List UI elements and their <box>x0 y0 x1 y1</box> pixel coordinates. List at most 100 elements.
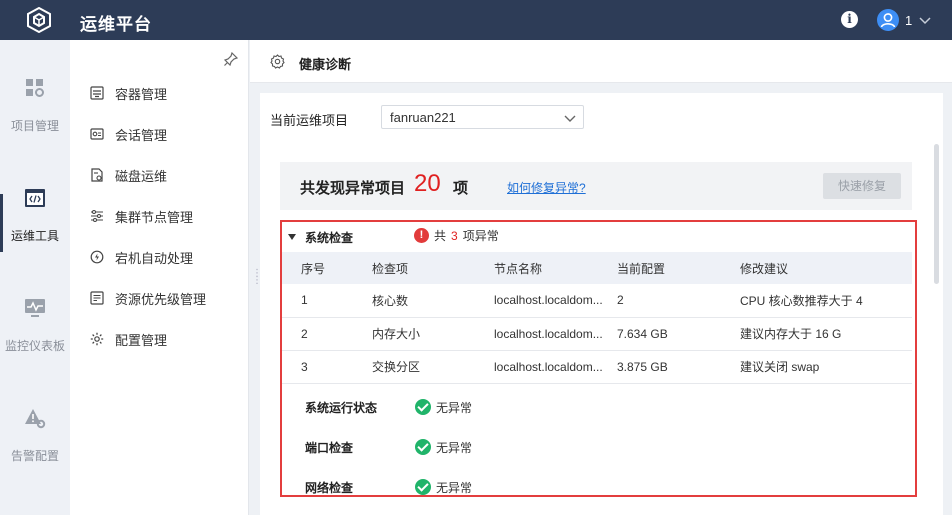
submenu-item-session[interactable]: 会话管理 <box>90 124 167 144</box>
session-icon <box>90 128 104 140</box>
submenu-label: 资源优先级管理 <box>115 291 207 307</box>
status-suffix: 项异常 <box>462 229 499 243</box>
panel-splitter-handle[interactable]: ⋮ ⋮ <box>252 269 262 286</box>
cube-logo-icon <box>27 7 51 33</box>
rail-label-alerts: 告警配置 <box>10 449 59 463</box>
submenu-label: 配置管理 <box>115 332 168 348</box>
diagnosis-panel: 系统检查 ! 共 3 项异常 序号 检查项 节点名称 当前配置 修改建议 1 核… <box>280 220 917 497</box>
check-title: 系统运行状态 <box>305 400 378 415</box>
status-count: 3 <box>451 228 458 243</box>
project-label: 当前运维项目 <box>270 113 349 128</box>
table-header-row: 序号 检查项 节点名称 当前配置 修改建议 <box>282 252 912 284</box>
check-circle-icon <box>415 399 431 415</box>
check-status: 无异常 <box>436 480 473 495</box>
submenu-item-config[interactable]: 配置管理 <box>90 329 167 349</box>
submenu-item-disk[interactable]: 磁盘运维 <box>90 165 167 185</box>
check-status: 无异常 <box>436 440 473 455</box>
submenu-item-cluster[interactable]: 集群节点管理 <box>90 206 193 226</box>
system-check-header[interactable]: 系统检查 <box>288 228 353 246</box>
check-circle-icon <box>415 439 431 455</box>
quick-fix-button[interactable]: 快速修复 <box>823 173 901 199</box>
check-title: 网络检查 <box>305 480 354 495</box>
submenu-label: 宕机自动处理 <box>115 250 194 266</box>
table-cell: localhost.localdom... <box>494 284 617 318</box>
container-icon <box>90 86 104 100</box>
column-header: 节点名称 <box>494 252 617 284</box>
gear-icon <box>270 54 285 69</box>
table-row: 2 内存大小 localhost.localdom... 7.634 GB 建议… <box>282 317 912 351</box>
top-bar: 运维平台 i 1 <box>0 0 952 40</box>
check-status: 无异常 <box>436 400 473 415</box>
rail-item-ops-tools[interactable]: 运维工具 <box>0 187 70 287</box>
anomaly-summary: 共发现异常项目 20 项 如何修复异常? 快速修复 <box>280 162 912 210</box>
chevron-down-icon <box>564 115 576 122</box>
table-cell: CPU 核心数推荐大于 4 <box>740 284 912 318</box>
column-header: 检查项 <box>372 252 494 284</box>
column-header: 序号 <box>282 252 372 284</box>
grid-gear-icon <box>26 79 44 97</box>
page-title: 健康诊断 <box>299 57 352 72</box>
submenu-item-auto-recover[interactable]: 宕机自动处理 <box>90 247 193 267</box>
primary-nav: 项目管理 运维工具 监控仪表板 告警配置 <box>0 40 70 515</box>
alert-gear-icon <box>25 409 46 429</box>
submenu-label: 磁盘运维 <box>115 168 168 184</box>
system-check-status: ! 共 3 项异常 <box>414 227 499 244</box>
info-icon[interactable]: i <box>841 11 858 28</box>
submenu-item-priority[interactable]: 资源优先级管理 <box>90 288 206 308</box>
table-cell: localhost.localdom... <box>494 317 617 351</box>
code-window-icon <box>25 189 45 207</box>
pin-icon[interactable] <box>224 52 238 66</box>
project-select[interactable]: fanruan221 <box>381 105 584 129</box>
table-cell: localhost.localdom... <box>494 350 617 384</box>
column-header: 当前配置 <box>617 252 740 284</box>
check-row-system-status[interactable]: 系统运行状态 无异常 <box>305 398 472 416</box>
anomaly-count: 20 <box>414 170 441 197</box>
rail-label-projects: 项目管理 <box>10 119 59 133</box>
priority-icon <box>90 291 104 305</box>
caret-down-icon <box>288 234 296 240</box>
rail-item-monitor[interactable]: 监控仪表板 <box>0 297 70 397</box>
rail-label-monitor: 监控仪表板 <box>4 339 65 353</box>
table-row: 1 核心数 localhost.localdom... 2 CPU 核心数推荐大… <box>282 284 912 318</box>
table-cell: 3 <box>282 350 372 384</box>
section-title: 系统检查 <box>305 230 354 245</box>
secondary-nav: 容器管理 会话管理 磁盘运维 集群节点管理 宕机自动处理 资源优先级管理 配置管… <box>70 40 249 515</box>
monitor-pulse-icon <box>25 299 45 317</box>
table-cell: 建议关闭 swap <box>740 350 912 384</box>
system-check-table: 序号 检查项 节点名称 当前配置 修改建议 1 核心数 localhost.lo… <box>282 252 912 384</box>
rail-item-projects[interactable]: 项目管理 <box>0 77 70 177</box>
sliders-icon <box>91 210 103 222</box>
summary-prefix: 共发现异常项目 <box>300 180 406 197</box>
check-row-network[interactable]: 网络检查 无异常 <box>305 478 473 495</box>
check-circle-icon <box>415 479 431 495</box>
table-cell: 核心数 <box>372 284 494 318</box>
rail-item-alerts[interactable]: 告警配置 <box>0 407 70 507</box>
user-menu[interactable]: 1 <box>877 9 932 31</box>
user-name: 1 <box>905 12 913 28</box>
table-cell: 2 <box>617 284 740 318</box>
user-icon <box>880 13 896 28</box>
project-select-value: fanruan221 <box>390 110 456 125</box>
config-gear-icon <box>90 332 104 346</box>
table-cell: 建议内存大于 16 G <box>740 317 912 351</box>
table-cell: 2 <box>282 317 372 351</box>
auto-recover-icon <box>90 250 104 264</box>
how-to-fix-link[interactable]: 如何修复异常? <box>507 179 586 196</box>
app-title: 运维平台 <box>80 15 152 34</box>
scrollbar-thumb[interactable] <box>934 144 939 284</box>
table-row: 3 交换分区 localhost.localdom... 3.875 GB 建议… <box>282 350 912 384</box>
breadcrumb: 健康诊断 <box>250 40 952 83</box>
submenu-label: 容器管理 <box>115 86 168 102</box>
submenu-item-container[interactable]: 容器管理 <box>90 83 167 103</box>
submenu-label: 会话管理 <box>115 127 168 143</box>
table-cell: 3.875 GB <box>617 350 740 384</box>
disk-icon <box>91 168 103 182</box>
check-row-port[interactable]: 端口检查 无异常 <box>305 438 472 456</box>
summary-suffix: 项 <box>453 180 469 197</box>
submenu-label: 集群节点管理 <box>115 209 194 225</box>
avatar <box>877 9 899 31</box>
rail-label-ops-tools: 运维工具 <box>10 229 59 243</box>
table-cell: 交换分区 <box>372 350 494 384</box>
chevron-down-icon <box>919 17 931 25</box>
error-icon: ! <box>414 228 429 243</box>
